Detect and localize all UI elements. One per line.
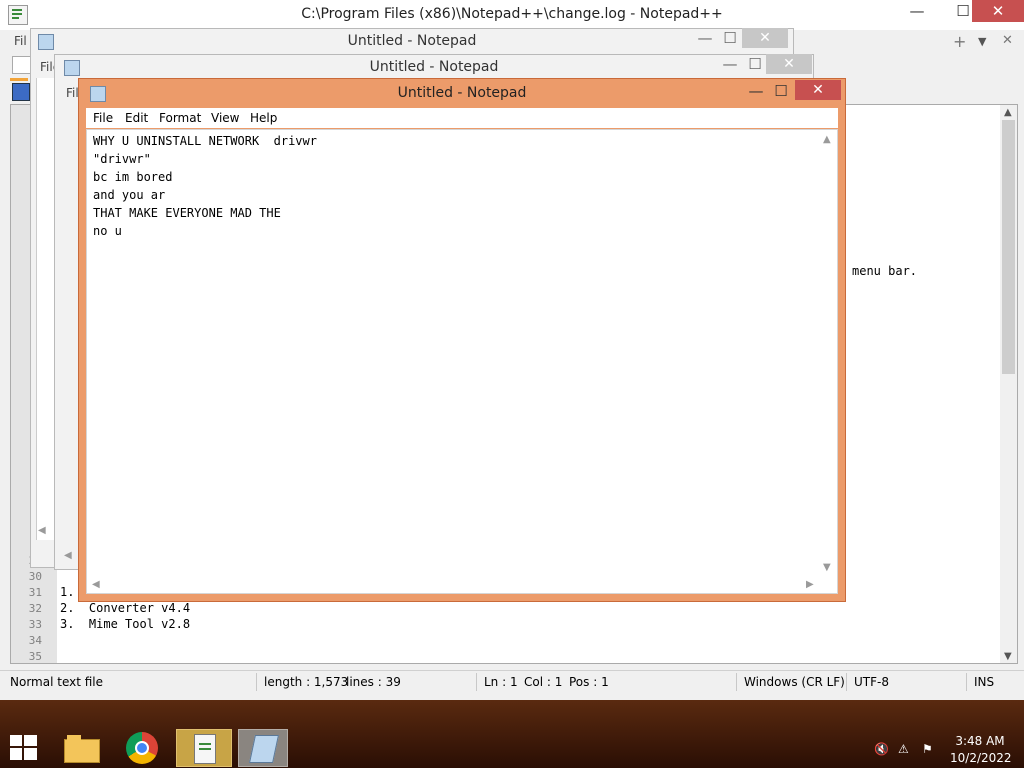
menu-edit[interactable]: Edit [125, 111, 148, 125]
background-notepad-2-title: Untitled - Notepad [369, 59, 499, 75]
text-line: no u [93, 224, 122, 238]
npp-toolbar-save-icon[interactable] [12, 83, 30, 101]
line-number: 30 [28, 570, 42, 583]
status-length: length : 1,573 [264, 675, 349, 689]
line-number: 35 [28, 650, 42, 663]
status-separator [476, 673, 477, 691]
status-separator [256, 673, 257, 691]
clock-date[interactable]: 10/2/2022 [950, 751, 1012, 765]
npp-toolbar-new-icon[interactable] [12, 56, 32, 74]
bg2-menu-file[interactable]: Fil [66, 86, 79, 100]
line-number: 31 [28, 586, 42, 599]
npp-active-tab-indicator [10, 78, 28, 81]
notepad-title: Untitled - Notepad [397, 85, 527, 101]
code-line: 1. [60, 585, 75, 599]
bg2-scroll-left-icon[interactable]: ◀ [64, 550, 72, 561]
close-icon: ✕ [991, 2, 1005, 20]
text-line: and you ar [93, 188, 166, 202]
npp-tab-list-icon[interactable]: ▼ [978, 35, 986, 48]
status-lines: lines : 39 [346, 675, 401, 689]
text-line: THAT MAKE EVERYONE MAD THE [93, 206, 281, 220]
status-eol[interactable]: Windows (CR LF) [744, 675, 845, 689]
volume-muted-icon[interactable]: 🔇 [874, 742, 889, 756]
npp-close-tab-icon[interactable]: ✕ [1002, 33, 1013, 48]
notepad-icon [249, 735, 279, 763]
notepad-taskbar-button[interactable] [238, 729, 288, 767]
menu-view[interactable]: View [211, 111, 239, 125]
notepad-text-area[interactable] [86, 129, 838, 594]
bg1-close-button[interactable]: ✕ [742, 28, 788, 48]
line-number: 33 [28, 618, 42, 631]
bg2-close-button[interactable]: ✕ [766, 54, 812, 74]
action-center-flag-icon[interactable]: ⚑ [922, 742, 936, 756]
npp-scrollbar-thumb[interactable] [1002, 120, 1015, 374]
npp-scroll-up-icon[interactable]: ▲ [1004, 107, 1012, 118]
notepad-maximize-button[interactable]: ☐ [766, 80, 796, 102]
notepad-close-button[interactable]: ✕ [795, 80, 841, 100]
notepad-scroll-down-icon[interactable]: ▼ [823, 562, 831, 573]
bg1-scroll-left-icon[interactable]: ◀ [38, 525, 46, 536]
status-line-number: Ln : 1 [484, 675, 518, 689]
status-position: Pos : 1 [569, 675, 609, 689]
menu-help[interactable]: Help [250, 111, 277, 125]
line-number: 32 [28, 602, 42, 615]
npp-scroll-down-icon[interactable]: ▼ [1004, 651, 1012, 662]
notepad-scroll-up-icon[interactable]: ▲ [823, 134, 831, 145]
text-line: WHY U UNINSTALL NETWORK drivwr [93, 134, 317, 148]
status-separator [736, 673, 737, 691]
npp-minimize-button[interactable]: — [902, 0, 932, 22]
npp-window-title: C:\Program Files (x86)\Notepad++\change.… [301, 6, 723, 22]
notepad-plus-plus-icon [194, 734, 216, 764]
notepad-scroll-right-icon[interactable]: ▶ [806, 579, 814, 590]
file-explorer-icon[interactable] [64, 733, 100, 763]
status-file-type: Normal text file [10, 675, 104, 689]
text-line: "drivwr" [93, 152, 151, 166]
status-column: Col : 1 [524, 675, 563, 689]
notepad-plus-plus-taskbar-button[interactable] [176, 729, 232, 767]
chrome-icon[interactable] [126, 732, 158, 764]
code-line-fragment: menu bar. [852, 264, 918, 278]
clock-time[interactable]: 3:48 AM [950, 734, 1010, 748]
menu-file[interactable]: File [93, 111, 113, 125]
windows-start-button[interactable] [10, 735, 38, 761]
npp-menu-file[interactable]: Fil [14, 34, 27, 48]
code-line: 3. Mime Tool v2.8 [60, 617, 191, 631]
bg1-maximize-button[interactable]: ☐ [715, 27, 745, 49]
npp-new-tab-icon[interactable]: + [953, 32, 966, 51]
npp-close-button[interactable]: ✕ [972, 0, 1024, 22]
text-line: bc im bored [93, 170, 173, 184]
menu-format[interactable]: Format [159, 111, 201, 125]
notepad-scroll-left-icon[interactable]: ◀ [92, 579, 100, 590]
background-notepad-1-title: Untitled - Notepad [347, 33, 477, 49]
status-encoding[interactable]: UTF-8 [854, 675, 889, 689]
status-insert-mode[interactable]: INS [974, 675, 994, 689]
status-separator [966, 673, 967, 691]
line-number: 34 [28, 634, 42, 647]
status-separator [846, 673, 847, 691]
network-error-icon[interactable]: ⚠ [898, 742, 912, 756]
code-line: 2. Converter v4.4 [60, 601, 191, 615]
